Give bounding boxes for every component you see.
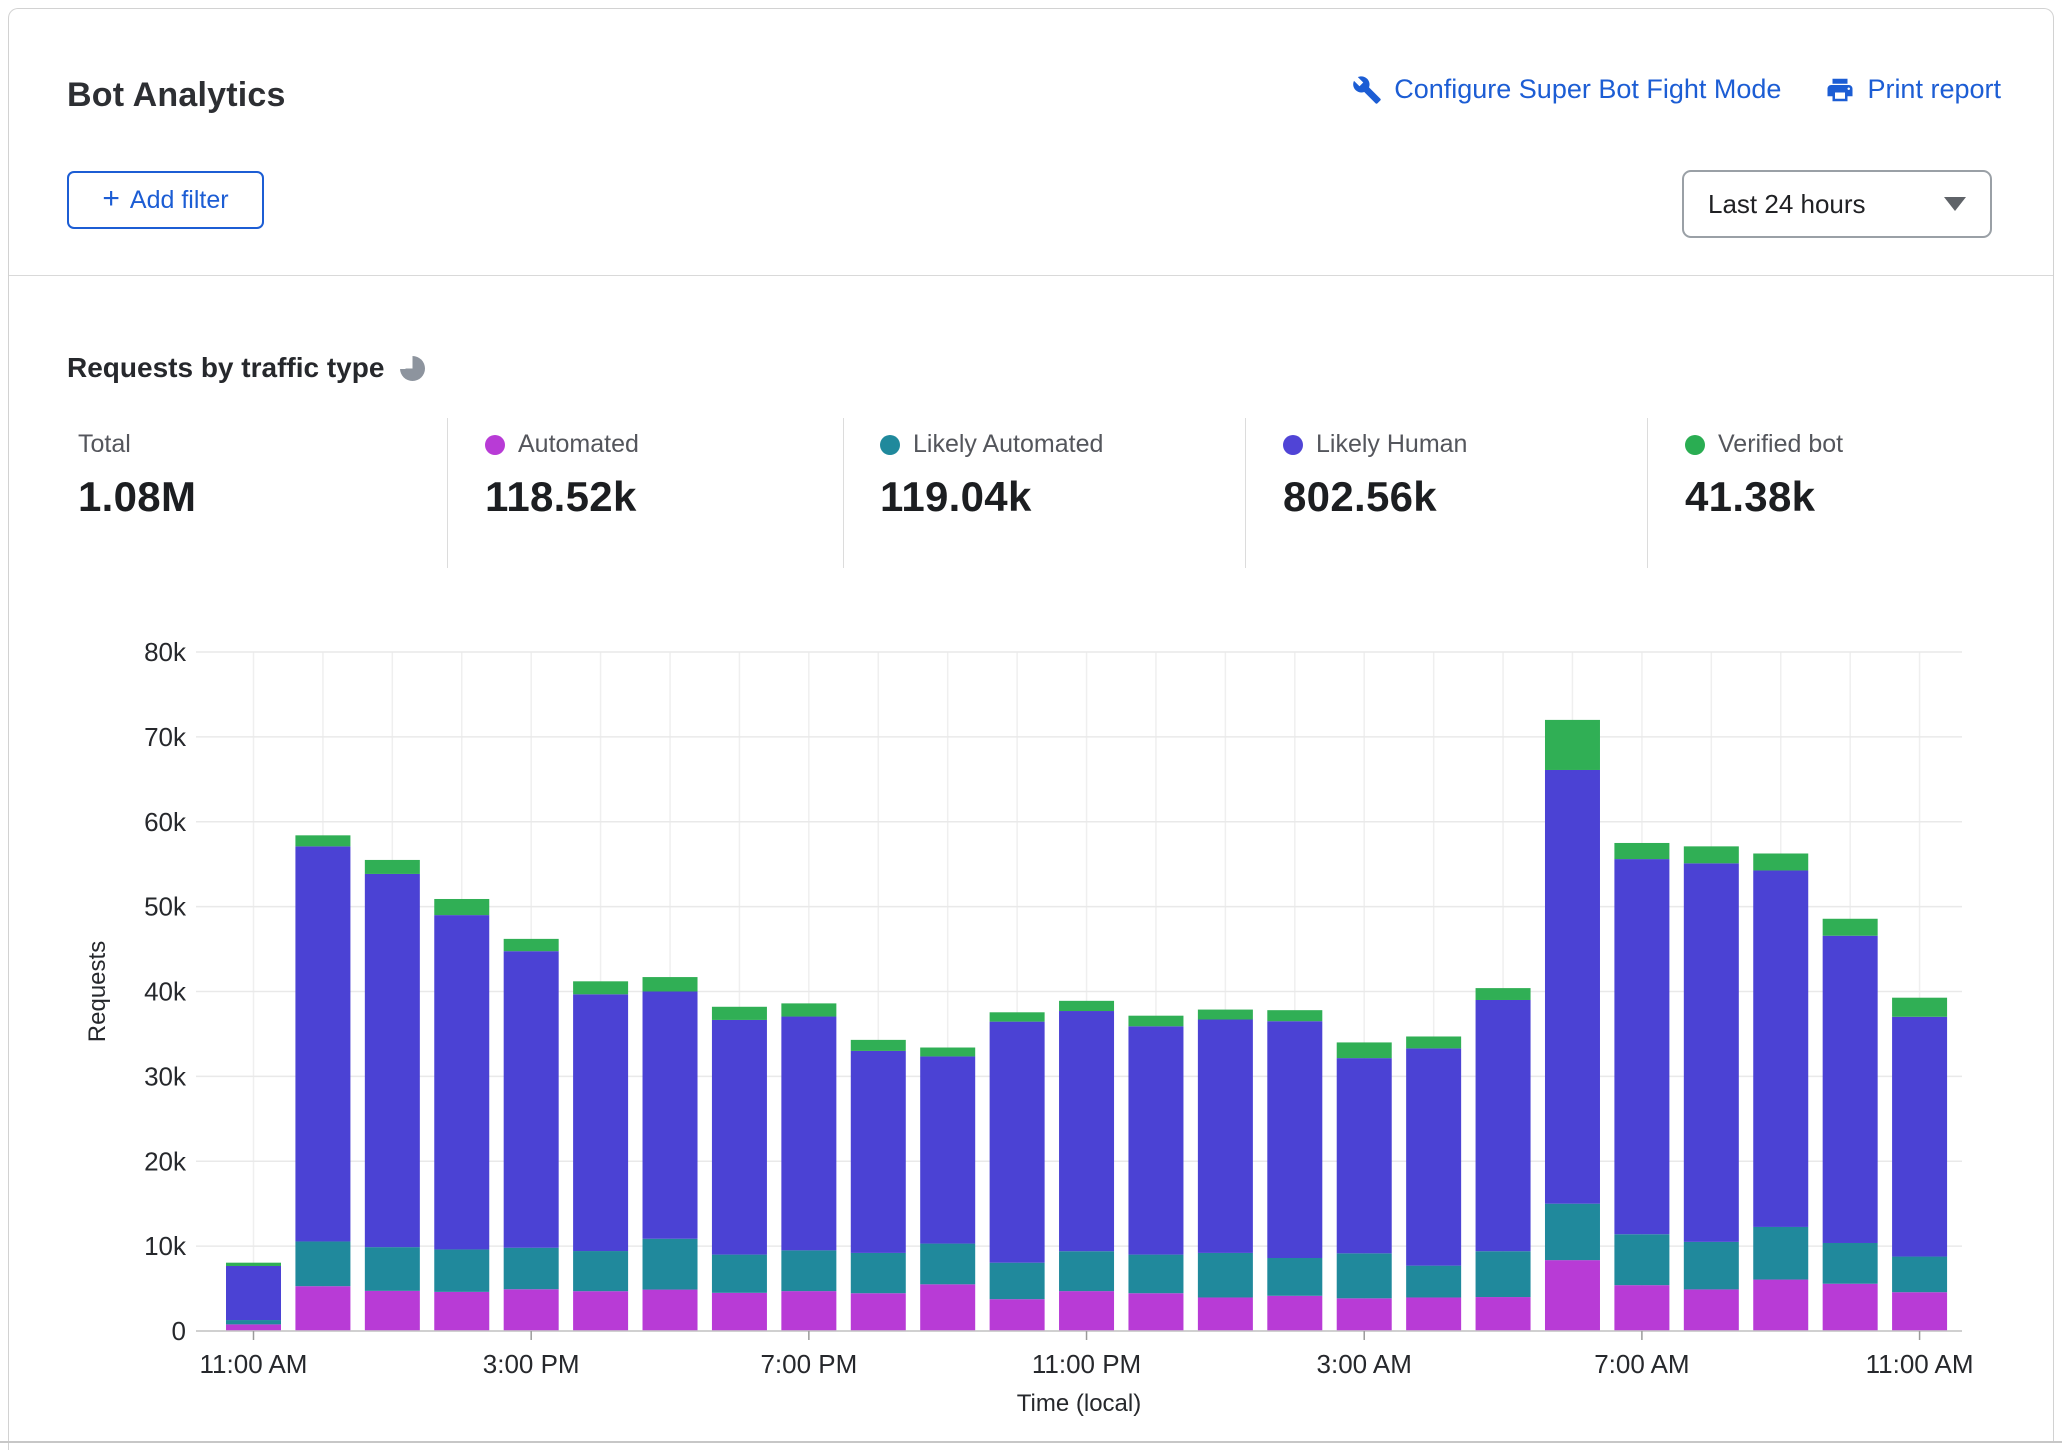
svg-text:80k: 80k [144, 637, 187, 667]
add-filter-label: Add filter [129, 185, 229, 214]
svg-text:70k: 70k [144, 722, 187, 752]
wrench-icon [1352, 75, 1382, 105]
pie-chart-icon [400, 355, 426, 381]
header-actions: Configure Super Bot Fight Mode Print rep… [1352, 74, 2001, 105]
stat-likely-automated-label: Likely Automated [913, 430, 1104, 458]
print-link-label: Print report [1867, 74, 2001, 104]
time-range-value: Last 24 hours [1708, 188, 1866, 219]
svg-text:Requests: Requests [84, 941, 111, 1042]
svg-text:20k: 20k [144, 1146, 187, 1176]
likely-automated-legend-dot [880, 434, 900, 455]
time-range-dropdown[interactable]: Last 24 hours [1682, 170, 1992, 238]
svg-text:10k: 10k [144, 1231, 187, 1261]
stat-verified-bot-label: Verified bot [1718, 430, 1844, 458]
section-title-row: Requests by traffic type [67, 352, 426, 384]
svg-text:60k: 60k [144, 807, 187, 837]
svg-text:30k: 30k [144, 1061, 187, 1091]
configure-link-label: Configure Super Bot Fight Mode [1394, 74, 1782, 104]
svg-text:7:00 AM: 7:00 AM [1594, 1349, 1689, 1379]
configure-super-bot-fight-mode-link[interactable]: Configure Super Bot Fight Mode [1352, 74, 1781, 105]
stat-likely-human-label: Likely Human [1316, 430, 1468, 458]
stat-total-label: Total [78, 430, 131, 458]
svg-text:50k: 50k [144, 892, 187, 922]
add-filter-button[interactable]: + Add filter [67, 171, 264, 229]
likely-human-legend-dot [1283, 434, 1303, 455]
svg-text:11:00 AM: 11:00 AM [1866, 1349, 1974, 1379]
svg-text:40k: 40k [144, 977, 187, 1007]
printer-icon [1825, 75, 1855, 105]
header-divider [9, 275, 2053, 276]
svg-text:7:00 PM: 7:00 PM [760, 1349, 857, 1379]
requests-by-traffic-type-chart[interactable]: 0 10k 20k 30k 40k 50k 60k 70k 80k 11:00 AM 3:00 PM… [60, 478, 2010, 1440]
next-card-edge [8, 1443, 9, 1450]
print-report-link[interactable]: Print report [1825, 74, 2001, 105]
svg-text:11:00 AM: 11:00 AM [200, 1349, 308, 1379]
svg-text:3:00 PM: 3:00 PM [483, 1349, 580, 1379]
verified-bot-legend-dot [1685, 434, 1705, 455]
page-title: Bot Analytics [67, 76, 286, 114]
section-title: Requests by traffic type [67, 352, 385, 383]
chevron-down-icon [1944, 197, 1966, 211]
svg-text:3:00 AM: 3:00 AM [1317, 1349, 1412, 1379]
plus-icon: + [102, 181, 120, 215]
svg-text:0: 0 [172, 1316, 186, 1346]
section-bottom-divider [0, 1441, 2062, 1443]
svg-text:11:00 PM: 11:00 PM [1032, 1349, 1141, 1379]
svg-text:Time (local): Time (local) [1017, 1390, 1141, 1417]
automated-legend-dot [485, 434, 505, 455]
stat-automated-label: Automated [518, 430, 639, 458]
